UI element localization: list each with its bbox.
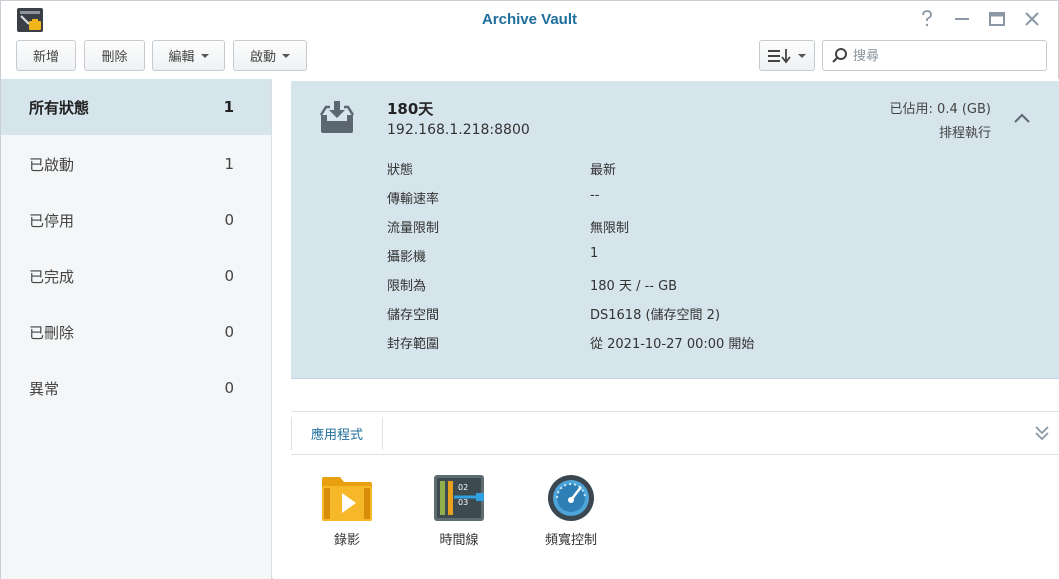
caret-down-icon [282, 53, 290, 58]
caret-down-icon [798, 53, 806, 58]
recording-folder-icon [322, 477, 372, 521]
archive-inbox-icon [319, 101, 355, 133]
detail-value: -- [590, 188, 600, 203]
caret-down-icon [200, 53, 209, 58]
detail-row-traffic-limit: 流量限制 無限制 [387, 217, 1027, 237]
detail-value: 無限制 [590, 221, 630, 236]
app-recording[interactable]: 錄影 [297, 473, 397, 548]
help-icon[interactable] [917, 9, 937, 29]
bandwidth-gauge-icon [548, 475, 594, 521]
toolbar: 新增 刪除 編輯 啟動 [1, 39, 1058, 73]
search-field[interactable] [822, 40, 1047, 71]
edit-button-label: 編輯 [168, 50, 195, 65]
detail-value: DS1618 (儲存空間 2) [590, 308, 721, 323]
title-bar: Archive Vault [1, 1, 1058, 37]
sort-dropdown-button[interactable] [759, 40, 815, 71]
sidebar-item-completed[interactable]: 已完成 0 [1, 248, 271, 304]
sidebar-item-count: 0 [224, 211, 234, 229]
sidebar-item-label: 已停用 [29, 211, 75, 230]
maximize-icon[interactable] [987, 9, 1007, 29]
apps-panel-header: 應用程式 [291, 411, 1059, 455]
sidebar-item-deleted[interactable]: 已刪除 0 [1, 304, 271, 360]
sidebar-item-label: 異常 [29, 379, 60, 398]
detail-value: 從 2021-10-27 00:00 開始 [590, 337, 755, 352]
app-label: 錄影 [333, 533, 360, 548]
detail-value: 1 [590, 246, 599, 261]
double-chevron-down-icon[interactable] [1033, 424, 1051, 442]
detail-row-transfer-rate: 傳輸速率 -- [387, 188, 1027, 208]
app-label: 時間線 [439, 533, 479, 548]
sidebar-item-label: 已完成 [29, 267, 75, 286]
sidebar-item-count: 1 [224, 155, 234, 173]
sidebar-item-disabled[interactable]: 已停用 0 [1, 192, 271, 248]
enable-button-label: 啟動 [249, 50, 276, 65]
task-address: 192.168.1.218:8800 [387, 122, 530, 138]
sidebar-item-abnormal[interactable]: 異常 0 [1, 360, 271, 416]
task-title: 180天 [387, 100, 434, 118]
tab-applications-label: 應用程式 [311, 428, 364, 443]
sidebar-item-label: 已啟動 [29, 155, 75, 174]
close-icon[interactable] [1022, 9, 1042, 29]
svg-text:03: 03 [458, 498, 468, 507]
delete-button-label: 刪除 [101, 50, 128, 65]
enable-dropdown-button[interactable]: 啟動 [233, 40, 307, 71]
search-input[interactable] [853, 46, 1033, 66]
chevron-up-icon[interactable] [1013, 111, 1031, 125]
window-title: Archive Vault [481, 11, 578, 28]
sidebar-item-label: 已刪除 [29, 323, 75, 342]
search-icon [832, 48, 847, 63]
detail-row-cameras: 攝影機 1 [387, 246, 1027, 266]
detail-label: 儲存空間 [387, 308, 440, 323]
detail-label: 狀態 [387, 163, 414, 178]
detail-row-storage: 儲存空間 DS1618 (儲存空間 2) [387, 304, 1027, 324]
app-label: 頻寬控制 [544, 533, 597, 548]
create-button-label: 新增 [32, 50, 59, 65]
sidebar: 所有狀態 1 已啟動 1 已停用 0 已完成 0 已刪除 0 異常 0 [1, 79, 272, 579]
detail-value: 最新 [590, 163, 617, 178]
detail-label: 傳輸速率 [387, 192, 440, 207]
detail-label: 封存範圍 [387, 337, 440, 352]
task-usage: 已佔用: 0.4 (GB) [889, 102, 991, 117]
svg-text:02: 02 [458, 483, 468, 492]
timeline-icon: 02 03 [434, 475, 484, 521]
detail-row-archive-range: 封存範圍 從 2021-10-27 00:00 開始 [387, 333, 1027, 353]
detail-label: 流量限制 [387, 221, 440, 236]
sidebar-item-all[interactable]: 所有狀態 1 [1, 79, 271, 135]
minimize-icon[interactable] [952, 9, 972, 29]
sidebar-item-count: 0 [224, 379, 234, 397]
app-timeline[interactable]: 02 03 時間線 [409, 473, 509, 548]
detail-value: 180 天 / -- GB [590, 279, 678, 294]
tab-applications[interactable]: 應用程式 [291, 417, 384, 450]
sidebar-item-enabled[interactable]: 已啟動 1 [1, 136, 271, 192]
sidebar-item-count: 0 [224, 267, 234, 285]
task-schedule: 排程執行 [938, 126, 991, 141]
sidebar-item-count: 1 [223, 98, 234, 116]
detail-row-status: 狀態 最新 [387, 159, 1027, 179]
create-button[interactable]: 新增 [16, 40, 76, 71]
detail-label: 限制為 [387, 279, 427, 294]
sort-list-icon [768, 48, 791, 63]
delete-button[interactable]: 刪除 [84, 40, 145, 71]
sidebar-item-count: 0 [224, 323, 234, 341]
app-window: Archive Vault 新增 刪除 編輯 啟動 搜尋 所有狀態 1 已啟動 … [0, 0, 1059, 579]
app-bandwidth-control[interactable]: 頻寬控制 [521, 473, 621, 548]
edit-dropdown-button[interactable]: 編輯 [152, 40, 225, 71]
archive-task-card[interactable]: 180天 192.168.1.218:8800 已佔用: 0.4 (GB) 排程… [291, 81, 1059, 379]
detail-row-limit: 限制為 180 天 / -- GB [387, 275, 1027, 295]
detail-label: 攝影機 [387, 250, 427, 265]
main-panel: 180天 192.168.1.218:8800 已佔用: 0.4 (GB) 排程… [273, 79, 1059, 579]
sidebar-item-label: 所有狀態 [29, 98, 90, 117]
